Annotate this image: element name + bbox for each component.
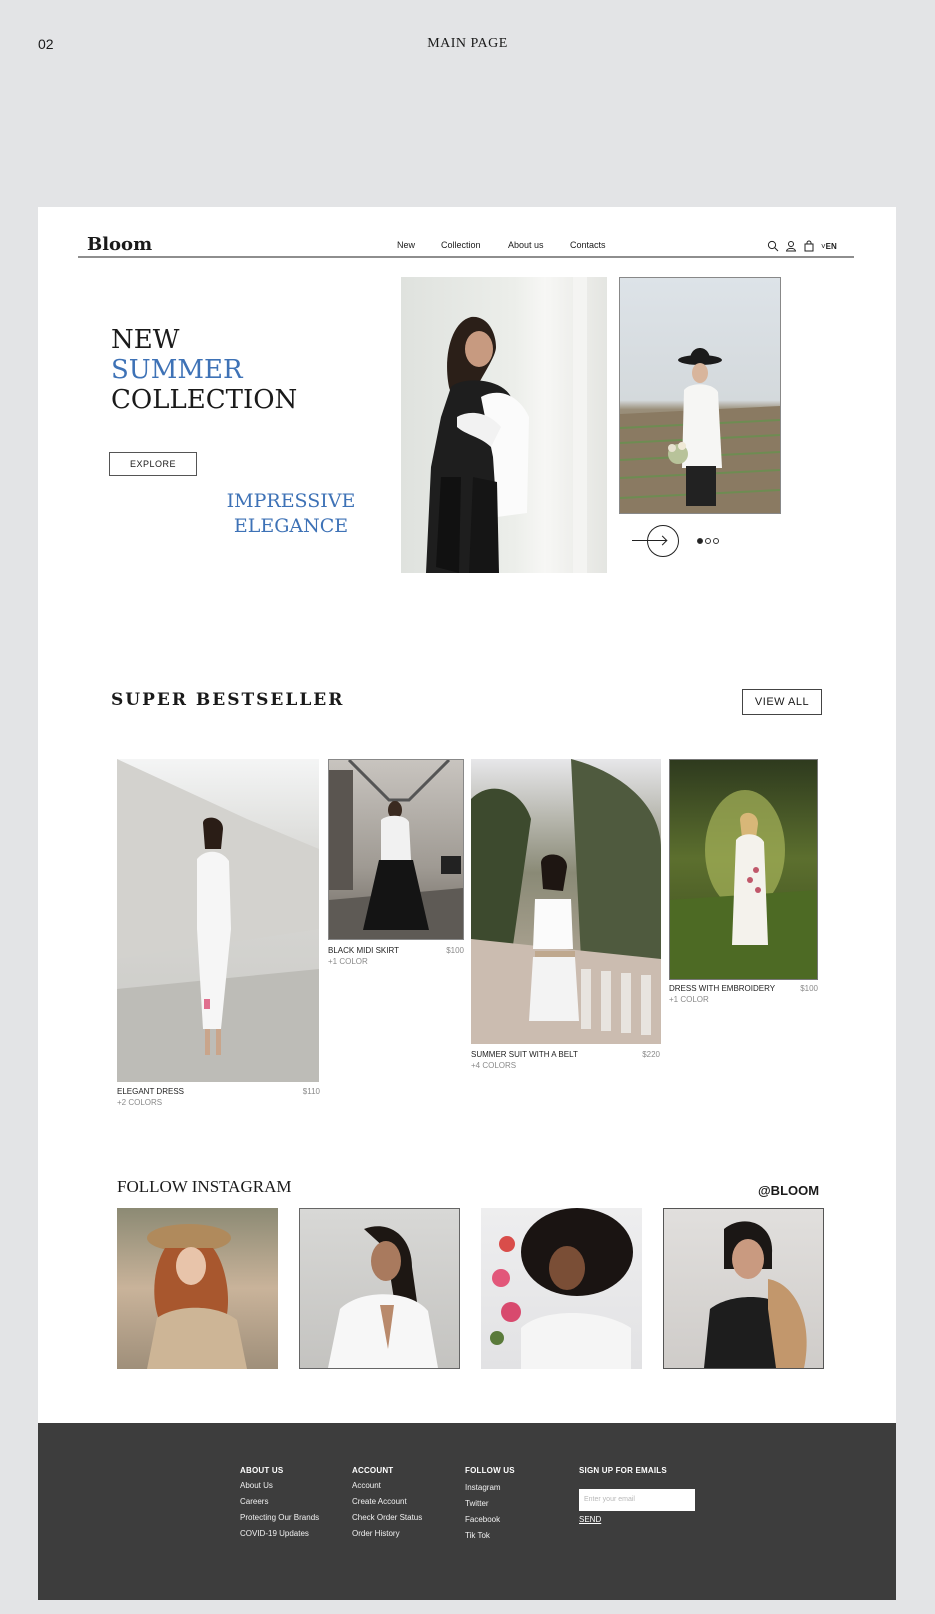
product-image-summer-suit[interactable]	[471, 759, 661, 1044]
footer-link-account[interactable]: Account	[352, 1481, 381, 1490]
view-all-button[interactable]: VIEW ALL	[742, 689, 822, 715]
slider-dot-1[interactable]	[697, 538, 703, 544]
product-colors: +2 COLORS	[117, 1098, 163, 1107]
footer-link-about-us[interactable]: About Us	[240, 1481, 273, 1490]
hero-title-line2: SUMMER	[111, 355, 243, 385]
instagram-handle[interactable]: @BLOOM	[758, 1183, 819, 1198]
arrow-right-icon	[632, 535, 668, 546]
product-image-black-midi-skirt[interactable]	[328, 759, 464, 940]
explore-button[interactable]: EXPLORE	[109, 452, 197, 476]
product-name[interactable]: ELEGANT DRESS	[117, 1087, 184, 1096]
instagram-post-2[interactable]	[299, 1208, 460, 1369]
footer-link-twitter[interactable]: Twitter	[465, 1499, 489, 1508]
footer-link-covid[interactable]: COVID-19 Updates	[240, 1529, 309, 1538]
footer-link-facebook[interactable]: Facebook	[465, 1515, 500, 1524]
send-button[interactable]: SEND	[579, 1515, 601, 1524]
user-icon[interactable]	[785, 240, 797, 252]
hero-photo-secondary	[619, 277, 781, 514]
hero-photo-main	[401, 277, 607, 573]
instagram-post-3[interactable]	[481, 1208, 642, 1369]
footer-link-careers[interactable]: Careers	[240, 1497, 268, 1506]
bag-icon[interactable]	[803, 240, 815, 252]
product-name[interactable]: DRESS WITH EMBROIDERY	[669, 984, 775, 993]
footer-about-title: ABOUT US	[240, 1466, 284, 1475]
bestseller-title: SUPER BESTSELLER	[111, 690, 345, 710]
product-colors: +1 COLOR	[328, 957, 368, 966]
product-image-embroidery-dress[interactable]	[669, 759, 818, 980]
footer-link-tiktok[interactable]: Tik Tok	[465, 1531, 490, 1540]
hero-title-line1: NEW	[111, 325, 180, 355]
product-price: $220	[642, 1050, 660, 1059]
nav-item-collection[interactable]: Collection	[441, 240, 481, 250]
instagram-post-4[interactable]	[663, 1208, 824, 1369]
footer-link-create-account[interactable]: Create Account	[352, 1497, 407, 1506]
footer-follow-title: FOLLOW US	[465, 1466, 515, 1475]
footer-link-order-history[interactable]: Order History	[352, 1529, 400, 1538]
header-divider	[78, 256, 854, 258]
tagline-line2: ELEGANCE	[233, 515, 349, 537]
nav-item-new[interactable]: New	[397, 240, 415, 250]
footer-link-protecting-brands[interactable]: Protecting Our Brands	[240, 1513, 319, 1522]
nav-item-about-us[interactable]: About us	[508, 240, 544, 250]
website-frame: Bloom New Collection About us Contacts ˅…	[38, 207, 896, 1600]
product-colors: +4 COLORS	[471, 1061, 517, 1070]
footer: ABOUT US About Us Careers Protecting Our…	[38, 1423, 896, 1600]
language-label: EN	[825, 242, 837, 251]
hero-tagline: IMPRESSIVE ELEGANCE	[221, 489, 361, 539]
nav-item-contacts[interactable]: Contacts	[570, 240, 606, 250]
page-label: MAIN PAGE	[427, 36, 508, 51]
slider-dot-2[interactable]	[705, 538, 711, 544]
slider-dot-3[interactable]	[713, 538, 719, 544]
language-selector[interactable]: ˅EN	[821, 242, 837, 251]
email-input[interactable]: Enter your email	[579, 1489, 695, 1511]
instagram-title: FOLLOW INSTAGRAM	[117, 1177, 292, 1196]
instagram-post-1[interactable]	[117, 1208, 278, 1369]
product-image-elegant-dress[interactable]	[117, 759, 319, 1082]
footer-account-title: ACCOUNT	[352, 1466, 394, 1475]
product-colors: +1 COLOR	[669, 995, 709, 1004]
product-price: $100	[800, 984, 818, 993]
product-price: $100	[446, 946, 464, 955]
footer-link-order-status[interactable]: Check Order Status	[352, 1513, 422, 1522]
footer-link-instagram[interactable]: Instagram	[465, 1483, 501, 1492]
product-price: $110	[302, 1087, 320, 1096]
search-icon[interactable]	[767, 240, 779, 252]
brand-logo[interactable]: Bloom	[87, 234, 152, 255]
product-name[interactable]: BLACK MIDI SKIRT	[328, 946, 399, 955]
tagline-line1: IMPRESSIVE	[226, 490, 356, 512]
product-name[interactable]: SUMMER SUIT WITH A BELT	[471, 1050, 578, 1059]
hero-title: NEW SUMMER COLLECTION	[111, 325, 297, 415]
hero-title-line3: COLLECTION	[111, 385, 298, 415]
footer-signup-title: SIGN UP FOR EMAILS	[579, 1466, 667, 1475]
slider-pagination	[697, 538, 719, 544]
